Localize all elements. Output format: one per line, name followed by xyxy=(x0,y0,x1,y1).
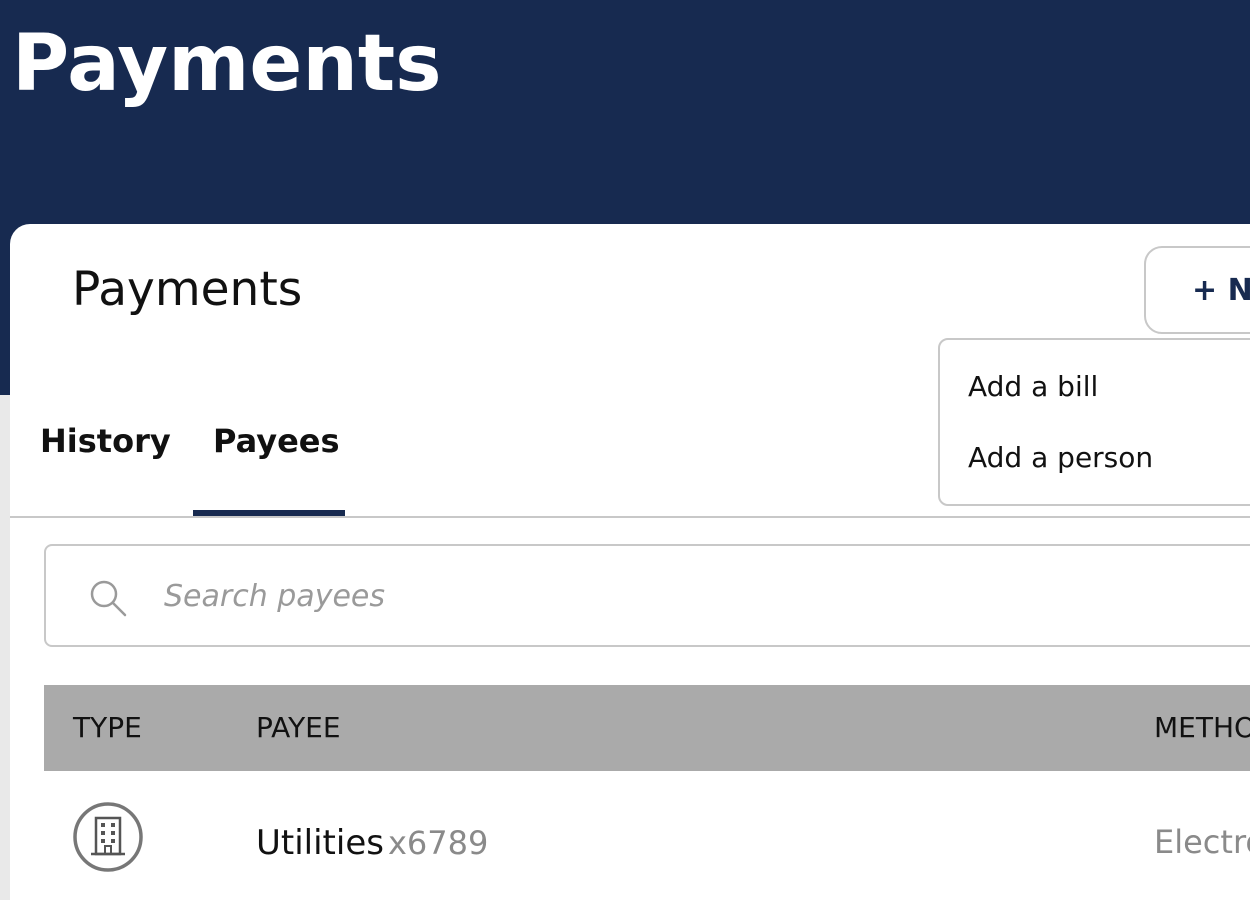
new-menu-dropdown: Add a bill Add a person xyxy=(938,338,1250,506)
tab-history[interactable]: History xyxy=(40,422,171,460)
payments-card: Payments + Ne Add a bill Add a person Hi… xyxy=(10,224,1250,900)
tab-payees[interactable]: Payees xyxy=(213,422,340,460)
tabs-divider xyxy=(10,516,1250,518)
column-header-type[interactable]: TYPE xyxy=(73,711,142,744)
page-title: Payments xyxy=(12,19,442,109)
new-button[interactable]: + Ne xyxy=(1144,246,1250,334)
search-icon xyxy=(90,580,127,617)
building-icon xyxy=(73,802,143,872)
table-header: TYPE PAYEE METHO xyxy=(44,685,1250,771)
payment-method: Electro xyxy=(1154,823,1250,861)
column-header-payee[interactable]: PAYEE xyxy=(256,711,341,744)
menu-item-add-bill[interactable]: Add a bill xyxy=(968,370,1098,403)
menu-item-add-person[interactable]: Add a person xyxy=(968,441,1153,474)
column-header-method[interactable]: METHO xyxy=(1154,711,1250,744)
payee-account-number: x6789 xyxy=(387,824,489,862)
payee-name-text: Utilities xyxy=(256,823,384,863)
table-row[interactable]: Utilitiesx6789 Electro xyxy=(44,771,1250,900)
card-title: Payments xyxy=(72,262,303,317)
search-box[interactable] xyxy=(44,544,1250,647)
search-input[interactable] xyxy=(164,568,1064,624)
payee-name[interactable]: Utilities x6789 xyxy=(256,823,488,863)
